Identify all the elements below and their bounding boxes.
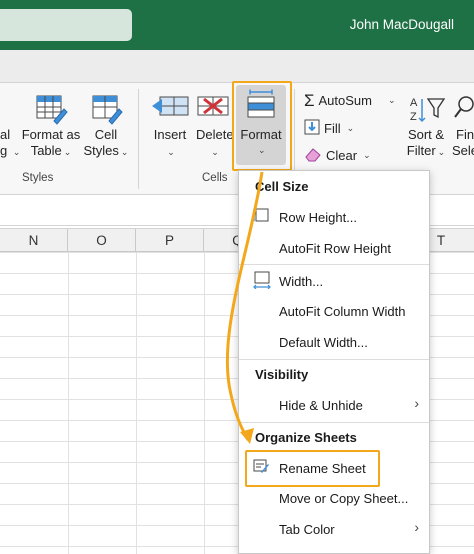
autosum-label: AutoSum <box>318 93 372 108</box>
format-as-table-label-2: Table ⌄ <box>20 143 82 160</box>
row-height-icon <box>253 207 269 226</box>
chevron-down-icon: ⌄ <box>211 147 219 157</box>
magnifier-icon <box>452 93 474 127</box>
search-box[interactable] <box>0 9 132 41</box>
move-copy-sheet-item[interactable]: Move or Copy Sheet... <box>279 491 408 506</box>
autofit-row-height-item[interactable]: AutoFit Row Height <box>279 241 391 256</box>
cell-size-header: Cell Size <box>255 179 309 194</box>
sort-filter-label: Sort & <box>407 127 445 142</box>
menu-divider <box>239 264 429 265</box>
column-width-icon <box>253 271 273 292</box>
menu-divider <box>239 422 429 423</box>
format-as-table-icon <box>20 93 82 127</box>
rename-sheet-highlight <box>245 450 380 487</box>
group-divider <box>138 89 139 189</box>
user-name[interactable]: John MacDougall <box>350 17 454 32</box>
styles-group-label: Styles <box>22 172 54 184</box>
format-as-table-button[interactable]: Format as Table ⌄ <box>20 93 82 160</box>
visibility-header: Visibility <box>255 367 309 382</box>
row-height-item[interactable]: Row Height... <box>279 210 357 225</box>
cells-group-label: Cells <box>202 172 228 184</box>
format-as-table-label-2-text: Table <box>30 143 62 158</box>
move-copy-sheet-label: Move or Copy Sheet... <box>279 491 409 506</box>
cell-styles-label-2-text: Styles <box>83 143 119 158</box>
sort-filter-icon: A Z <box>402 93 450 127</box>
organize-sheets-header: Organize Sheets <box>255 430 357 445</box>
cell-styles-icon <box>82 93 130 127</box>
column-width-item[interactable]: Width... <box>279 274 323 289</box>
menu-divider <box>239 359 429 360</box>
sort-filter-button[interactable]: A Z Sort & Filter ⌄ <box>402 93 450 160</box>
cell-styles-button[interactable]: Cell Styles ⌄ <box>82 93 130 160</box>
insert-button[interactable]: Insert ⌄ <box>148 93 192 160</box>
hide-unhide-item[interactable]: Hide & Unhide <box>279 398 363 413</box>
chevron-down-icon: ⌄ <box>63 147 72 157</box>
fill-down-icon <box>304 119 320 138</box>
autofit-column-width-label: AutoFit Column Width <box>279 304 406 319</box>
grid-line <box>136 252 137 554</box>
find-select-button[interactable]: Fin Sele <box>452 93 474 159</box>
insert-label: Insert <box>153 127 187 142</box>
fill-button[interactable]: Fill ⌄ <box>304 119 354 138</box>
format-dropdown-menu: Cell Size Row Height... AutoFit Row Heig… <box>238 170 430 554</box>
ribbon-tab-strip <box>0 50 474 83</box>
autosum-button[interactable]: Σ AutoSum ⌄ <box>304 92 396 109</box>
chevron-down-icon: ⌄ <box>120 147 129 157</box>
delete-label: Delete <box>196 127 234 142</box>
find-select-label-2: Sele <box>452 143 474 158</box>
cell-styles-label: Cell <box>94 127 118 142</box>
column-width-label: Width... <box>279 274 324 289</box>
title-bar: John MacDougall <box>0 0 474 50</box>
cell-styles-label-2: Styles ⌄ <box>82 143 130 160</box>
conditional-formatting-label-2: g ⌄ <box>0 143 20 160</box>
sigma-icon: Σ <box>304 91 315 110</box>
sort-filter-label-2: Filter ⌄ <box>402 143 450 160</box>
conditional-formatting-label: al <box>0 127 11 142</box>
grid-line <box>204 252 205 554</box>
chevron-down-icon: ⌄ <box>346 123 355 133</box>
default-width-label: Default Width... <box>279 335 368 350</box>
autofit-row-height-label: AutoFit Row Height <box>279 241 391 256</box>
format-button-highlight <box>232 81 292 171</box>
delete-button[interactable]: Delete ⌄ <box>194 93 234 160</box>
fill-label: Fill <box>324 121 341 136</box>
hide-unhide-label: Hide & Unhide <box>279 398 363 413</box>
tab-color-item[interactable]: Tab Color <box>279 522 335 537</box>
sort-filter-label-2-text: Filter <box>406 143 436 158</box>
svg-text:A: A <box>410 97 418 109</box>
column-header-o[interactable]: O <box>68 229 136 253</box>
chevron-down-icon: ⌄ <box>363 150 371 160</box>
chevron-down-icon: ⌄ <box>167 147 175 157</box>
column-header-n[interactable]: N <box>0 229 68 253</box>
default-width-item[interactable]: Default Width... <box>279 335 368 350</box>
clear-button[interactable]: Clear ⌄ <box>304 146 371 165</box>
chevron-down-icon: ⌄ <box>437 147 446 157</box>
autofit-column-width-item[interactable]: AutoFit Column Width <box>279 304 405 319</box>
delete-cells-icon <box>194 93 234 127</box>
eraser-icon <box>304 146 322 165</box>
clear-label: Clear <box>326 148 358 163</box>
find-select-label: Fin <box>456 127 474 142</box>
format-as-table-label: Format as <box>21 127 81 142</box>
column-header-p[interactable]: P <box>136 229 204 253</box>
conditional-formatting-button[interactable]: al g ⌄ <box>0 127 20 160</box>
insert-cells-icon <box>148 93 192 127</box>
svg-text:Z: Z <box>410 111 417 123</box>
chevron-right-icon: › <box>414 519 419 535</box>
chevron-right-icon: › <box>414 395 419 411</box>
conditional-formatting-label-2-text: g <box>0 143 8 158</box>
chevron-down-icon: ⌄ <box>388 95 396 105</box>
grid-line <box>68 252 69 554</box>
row-height-label: Row Height... <box>279 210 358 225</box>
tab-color-label: Tab Color <box>279 522 335 537</box>
